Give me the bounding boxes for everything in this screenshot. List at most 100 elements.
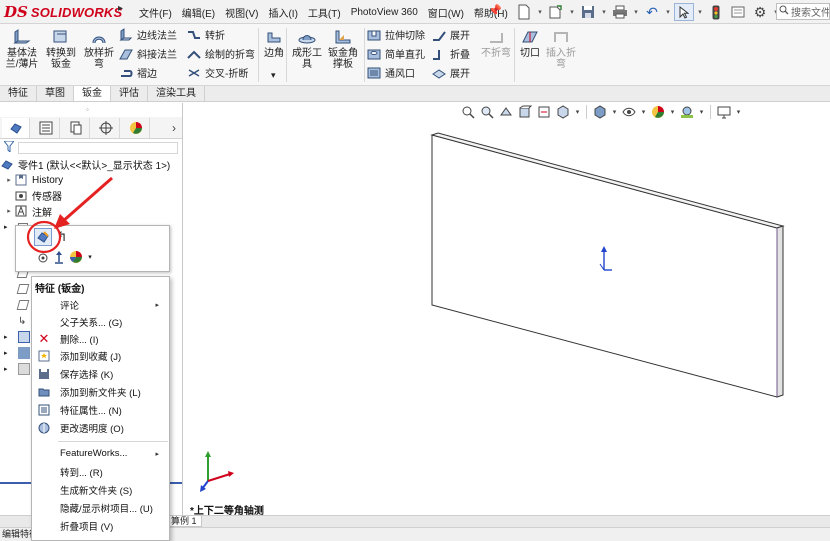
menu-item-go-to[interactable]: 转到... (R): [32, 463, 169, 480]
filter-input[interactable]: [18, 141, 178, 154]
chevron-right-icon[interactable]: ›: [172, 121, 182, 135]
edge-flange-button[interactable]: 边线法兰: [119, 26, 177, 43]
menu-item[interactable]: 工具(T): [303, 5, 346, 20]
tree-item-sensors[interactable]: 传感器: [0, 188, 182, 204]
menu-item[interactable]: 插入(I): [263, 5, 302, 20]
context-menu: 特征 (钣金) 评论 ▸ 父子关系... (G) ✕ 删除... (I) 添加到…: [31, 276, 170, 541]
normal-to-icon[interactable]: [52, 250, 66, 266]
tab-study[interactable]: 算例 1: [166, 516, 202, 527]
menu-item-comment[interactable]: 评论 ▸: [32, 296, 169, 313]
sheet-metal-plate[interactable]: [184, 103, 830, 515]
jog-button[interactable]: 转折: [187, 26, 225, 43]
vent-button[interactable]: 通风口: [367, 64, 415, 81]
save-dropdown-icon[interactable]: ▾: [600, 8, 608, 16]
menu-item[interactable]: 文件(F): [134, 5, 177, 20]
pin-menu-icon[interactable]: 📌: [488, 4, 502, 17]
tree-item-history[interactable]: ▸ History: [0, 173, 182, 189]
menu-item[interactable]: PhotoView 360: [346, 7, 423, 18]
dimxpert-icon[interactable]: [92, 117, 120, 138]
expand-arrow-icon[interactable]: ▸: [4, 207, 14, 215]
tree-root[interactable]: 零件1 (默认<<默认>_显示状态 1>): [0, 157, 182, 173]
cross-break-button[interactable]: 交叉-折断: [187, 64, 248, 81]
traffic-light-icon[interactable]: [706, 3, 726, 21]
menu-item-collapse-items[interactable]: 折叠项目 (V): [32, 517, 169, 534]
new-document-icon[interactable]: [514, 3, 534, 21]
add-folder-icon: [37, 385, 51, 398]
tree-item-annotations[interactable]: ▸ 注解: [0, 204, 182, 220]
expand-arrow-icon[interactable]: ▸: [4, 333, 8, 341]
search-input[interactable]: 搜索文件: [791, 4, 829, 19]
forming-tool-button[interactable]: 成形工 具: [287, 28, 327, 70]
panel-grip-icon[interactable]: ◦: [86, 105, 89, 114]
insert-bends-button[interactable]: 插入折 弯: [541, 28, 581, 70]
menu-item[interactable]: 窗口(W): [423, 5, 469, 20]
sheet-metal-gusset-button[interactable]: 钣金角 撑板: [323, 28, 363, 70]
hem-button[interactable]: 褶边: [119, 64, 157, 81]
appearance-dropdown-icon[interactable]: ▾: [86, 252, 94, 262]
new-dropdown-icon[interactable]: ▾: [536, 8, 544, 16]
search-box[interactable]: 搜索文件: [776, 3, 830, 20]
feature-manager-icon[interactable]: [2, 117, 30, 138]
edge-flange-label: 边线法兰: [137, 31, 177, 42]
tab-sketch[interactable]: 草图: [37, 86, 74, 101]
hem-icon: [119, 66, 133, 80]
menu-item[interactable]: 视图(V): [220, 5, 263, 20]
lofted-bend-button[interactable]: 放样折 弯: [79, 28, 119, 70]
tab-evaluate[interactable]: 评估: [111, 86, 148, 101]
graphics-area[interactable]: ▾ ▾ ▾ ▾ ▾ ▾ *上下二等角轴测: [184, 103, 830, 517]
print-dropdown-icon[interactable]: ▾: [632, 8, 640, 16]
select-dropdown-icon[interactable]: ▾: [696, 8, 704, 16]
miter-flange-button[interactable]: 斜接法兰: [119, 45, 177, 62]
context-menu-title: 特征 (钣金): [35, 284, 85, 295]
filter-icon[interactable]: [2, 140, 16, 155]
open-file-icon[interactable]: [546, 3, 566, 21]
undo-icon[interactable]: ↶: [642, 3, 662, 21]
menu-item-add-new-folder[interactable]: 添加到新文件夹 (L): [32, 383, 169, 400]
open-dropdown-icon[interactable]: ▾: [568, 8, 576, 16]
solidworks-logo[interactable]: DS SOLIDWORKS: [4, 3, 122, 21]
select-pointer-icon[interactable]: [674, 3, 694, 21]
expand-arrow-icon[interactable]: ▸: [4, 223, 8, 231]
extruded-cut-button[interactable]: 拉伸切除: [367, 26, 425, 43]
menu-item-save-selection[interactable]: 保存选择 (K): [32, 365, 169, 382]
print-icon[interactable]: [610, 3, 630, 21]
menu-item-create-new-folder[interactable]: 生成新文件夹 (S): [32, 481, 169, 498]
undo-dropdown-icon[interactable]: ▾: [664, 8, 672, 16]
menu-item-add-favorite[interactable]: 添加到收藏 (J): [32, 347, 169, 364]
menu-item-hide-show-tree-items[interactable]: 隐藏/显示树项目... (U): [32, 499, 169, 516]
property-manager-icon[interactable]: [32, 117, 60, 138]
appearance-icon[interactable]: [68, 249, 84, 265]
menu-item-feature-properties[interactable]: 特征属性... (N): [32, 401, 169, 418]
rollback-icon[interactable]: ↰: [54, 228, 70, 246]
tab-features[interactable]: 特征: [0, 86, 37, 101]
convert-to-sheet-metal-button[interactable]: 转换到 钣金: [41, 28, 81, 70]
logo-flyout-arrow-icon[interactable]: ▸: [118, 3, 123, 14]
rebuild-icon[interactable]: [728, 3, 748, 21]
suppress-icon[interactable]: [36, 250, 50, 266]
menu-item-parent-child[interactable]: 父子关系... (G): [32, 313, 169, 330]
expand-arrow-icon[interactable]: ▸: [4, 176, 14, 184]
flatten-button[interactable]: 展开: [432, 64, 470, 81]
unfold-button[interactable]: 展开: [432, 26, 470, 43]
menu-item[interactable]: 编辑(E): [177, 5, 220, 20]
blank-icon: [37, 298, 51, 311]
display-manager-icon[interactable]: [122, 117, 150, 138]
options-icon[interactable]: ⚙: [750, 3, 770, 21]
edit-feature-icon[interactable]: [34, 228, 52, 246]
sketched-bend-button[interactable]: 绘制的折弯: [187, 45, 255, 62]
menu-item-change-transparency[interactable]: 更改透明度 (O): [32, 419, 169, 436]
part-icon: [0, 159, 14, 171]
expand-arrow-icon[interactable]: ▸: [4, 349, 8, 357]
save-icon[interactable]: [578, 3, 598, 21]
menu-item-delete[interactable]: ✕ 删除... (I): [32, 330, 169, 347]
expand-arrow-icon[interactable]: ▸: [4, 365, 8, 373]
blank-icon: [37, 519, 51, 532]
fold-button[interactable]: 折叠: [432, 45, 470, 62]
corner-dropdown-icon[interactable]: ▾: [271, 70, 276, 81]
simple-hole-button[interactable]: 简单直孔: [367, 45, 425, 62]
tab-render-tools[interactable]: 渲染工具: [148, 86, 205, 101]
menu-item-featureworks[interactable]: FeatureWorks... ▸: [32, 445, 169, 462]
tab-sheet-metal[interactable]: 钣金: [74, 86, 111, 101]
base-flange-button[interactable]: 基体法 兰/薄片: [2, 28, 42, 70]
configuration-manager-icon[interactable]: [62, 117, 90, 138]
